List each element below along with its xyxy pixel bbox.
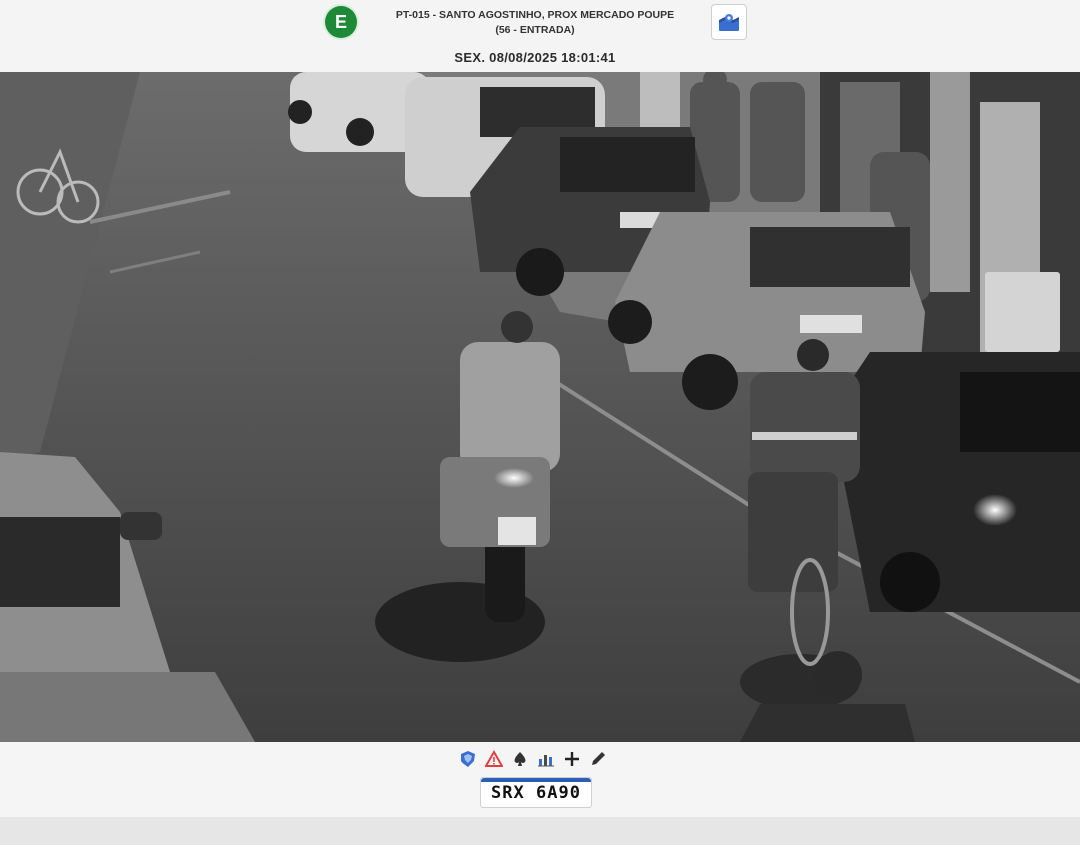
plus-icon[interactable]: [562, 748, 582, 770]
trash-bin: [985, 272, 1060, 352]
shield-icon[interactable]: [458, 748, 478, 770]
tool-strip: [458, 748, 608, 770]
plate-toolbar: SRX 6A90: [0, 742, 1080, 817]
map-button[interactable]: [711, 4, 747, 40]
timestamp: SEX. 08/08/2025 18:01:41: [454, 50, 616, 65]
footer-bar: [0, 817, 1080, 845]
camera-header: E PT-015 - SANTO AGOSTINHO, PROX MERCADO…: [0, 0, 1080, 72]
status-badge: E: [325, 6, 357, 38]
map-icon: [719, 14, 739, 31]
camera-direction: (56 - ENTRADA): [495, 24, 575, 36]
pen-icon[interactable]: [588, 748, 608, 770]
camera-location: PT-015 - SANTO AGOSTINHO, PROX MERCADO P…: [395, 9, 675, 21]
camera-title: PT-015 - SANTO AGOSTINHO, PROX MERCADO P…: [372, 8, 698, 38]
alert-icon[interactable]: [484, 748, 504, 770]
camera-video-frame[interactable]: [0, 72, 1080, 742]
chart-icon[interactable]: [536, 748, 556, 770]
parked-car-5: [830, 352, 1080, 612]
spade-icon[interactable]: [510, 748, 530, 770]
left-car-2: [0, 672, 255, 742]
plate-number[interactable]: SRX 6A90: [480, 777, 592, 808]
street-scene: [0, 72, 1080, 742]
